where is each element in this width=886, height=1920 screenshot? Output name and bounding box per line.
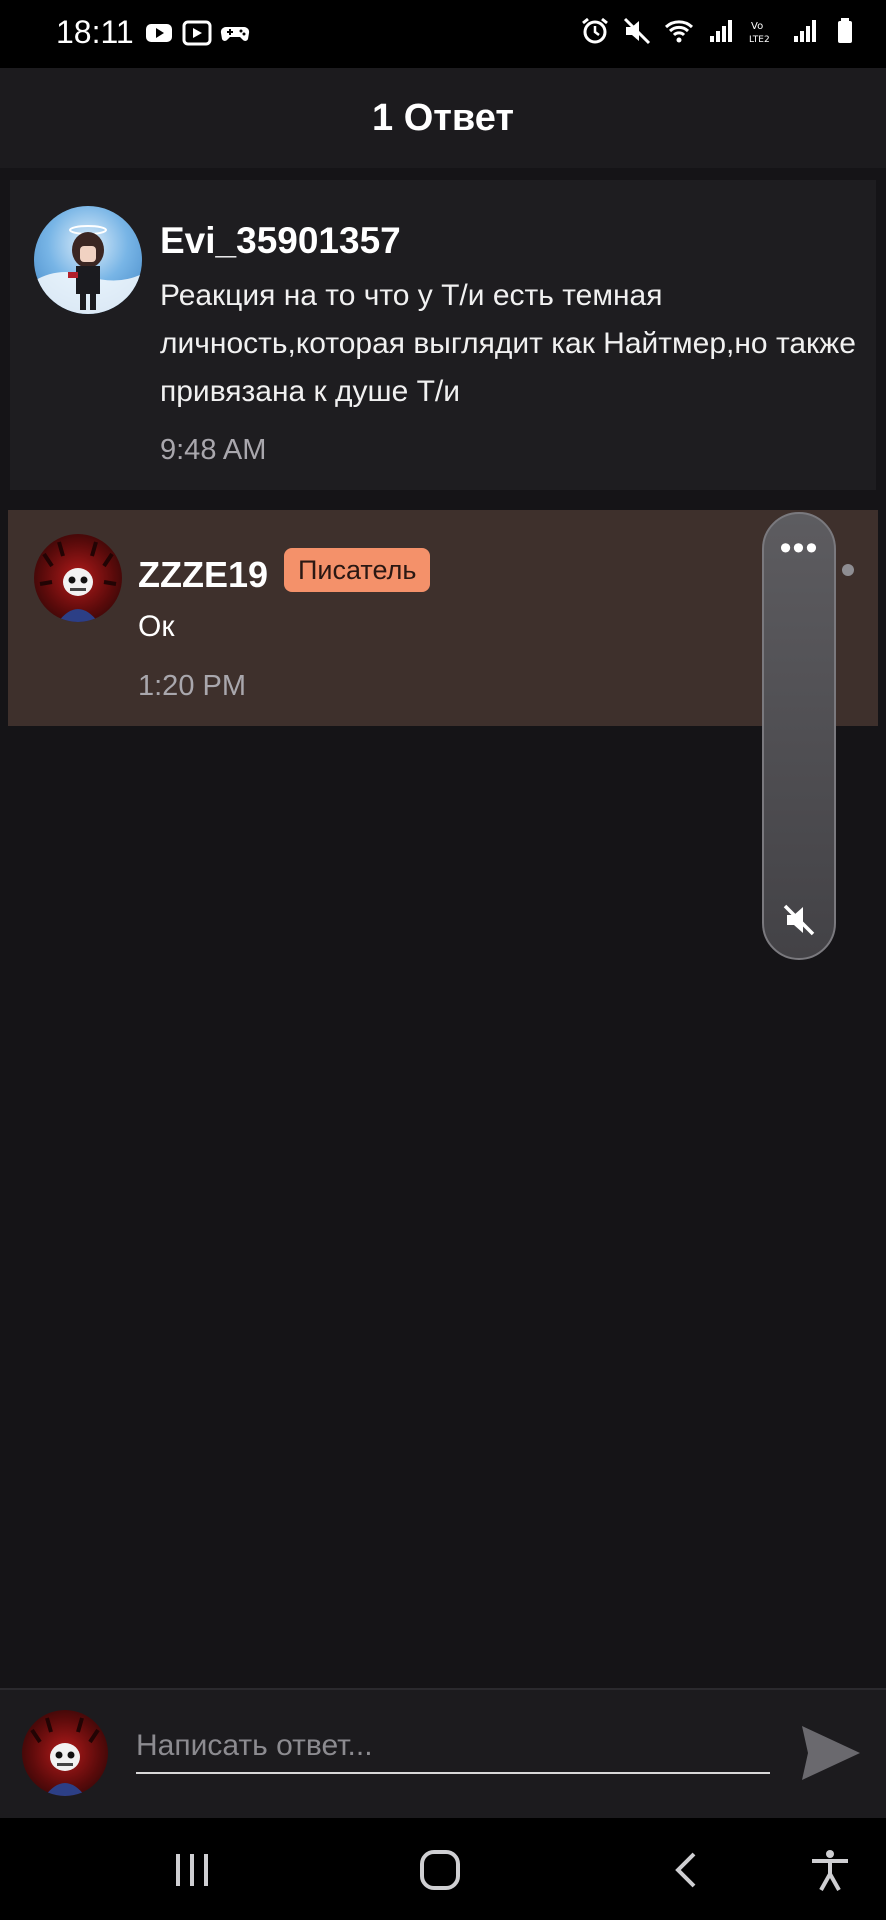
youtube-icon [144,18,174,48]
mute-icon [622,16,652,46]
reply-item[interactable]: ZZZE19 Писатель Ок 1:20 PM [8,510,878,726]
video-icon [182,18,212,48]
status-time: 18:11 [56,14,134,50]
reply-input[interactable] [136,1720,770,1774]
role-badge: Писатель [284,548,431,592]
comment-author[interactable]: Evi_35901357 [160,220,401,262]
svg-text:LTE2: LTE2 [749,35,770,45]
home-icon[interactable] [416,1848,464,1892]
back-icon[interactable] [664,1848,712,1892]
reply-composer [0,1688,886,1818]
send-button[interactable] [798,1722,864,1784]
avatar [22,1710,108,1796]
accessibility-icon[interactable] [806,1848,854,1892]
comment-text: Реакция на то что у Т/и есть темная личн… [160,279,856,408]
reply-text: Ок [138,610,175,643]
overflow-dot [842,564,854,576]
svg-text:Vo: Vo [751,21,763,32]
battery-icon [832,16,862,46]
recents-icon[interactable] [168,1848,216,1892]
system-nav-bar [0,1818,886,1920]
page-header: 1 Ответ [0,68,886,168]
wifi-icon [664,16,694,46]
gamepad-icon [220,18,250,48]
signal-icon [790,16,820,46]
page-title: 1 Ответ [372,96,514,139]
volume-mute-icon[interactable] [781,902,817,938]
avatar[interactable] [34,206,142,314]
send-icon [802,1726,860,1780]
signal-icon [706,16,736,46]
avatar[interactable] [34,534,122,622]
volte-icon: Vo LTE2 [748,16,778,46]
parent-comment[interactable]: Evi_35901357 Реакция на то что у Т/и ест… [10,180,876,490]
status-bar: 18:11 Vo LTE2 [0,0,886,68]
reply-timestamp: 1:20 PM [138,670,246,702]
reply-author[interactable]: ZZZE19 [138,554,268,596]
alarm-icon [580,16,610,46]
floating-side-panel[interactable]: ••• [762,512,836,960]
comment-timestamp: 9:48 AM [160,434,267,466]
more-icon[interactable]: ••• [764,531,834,565]
